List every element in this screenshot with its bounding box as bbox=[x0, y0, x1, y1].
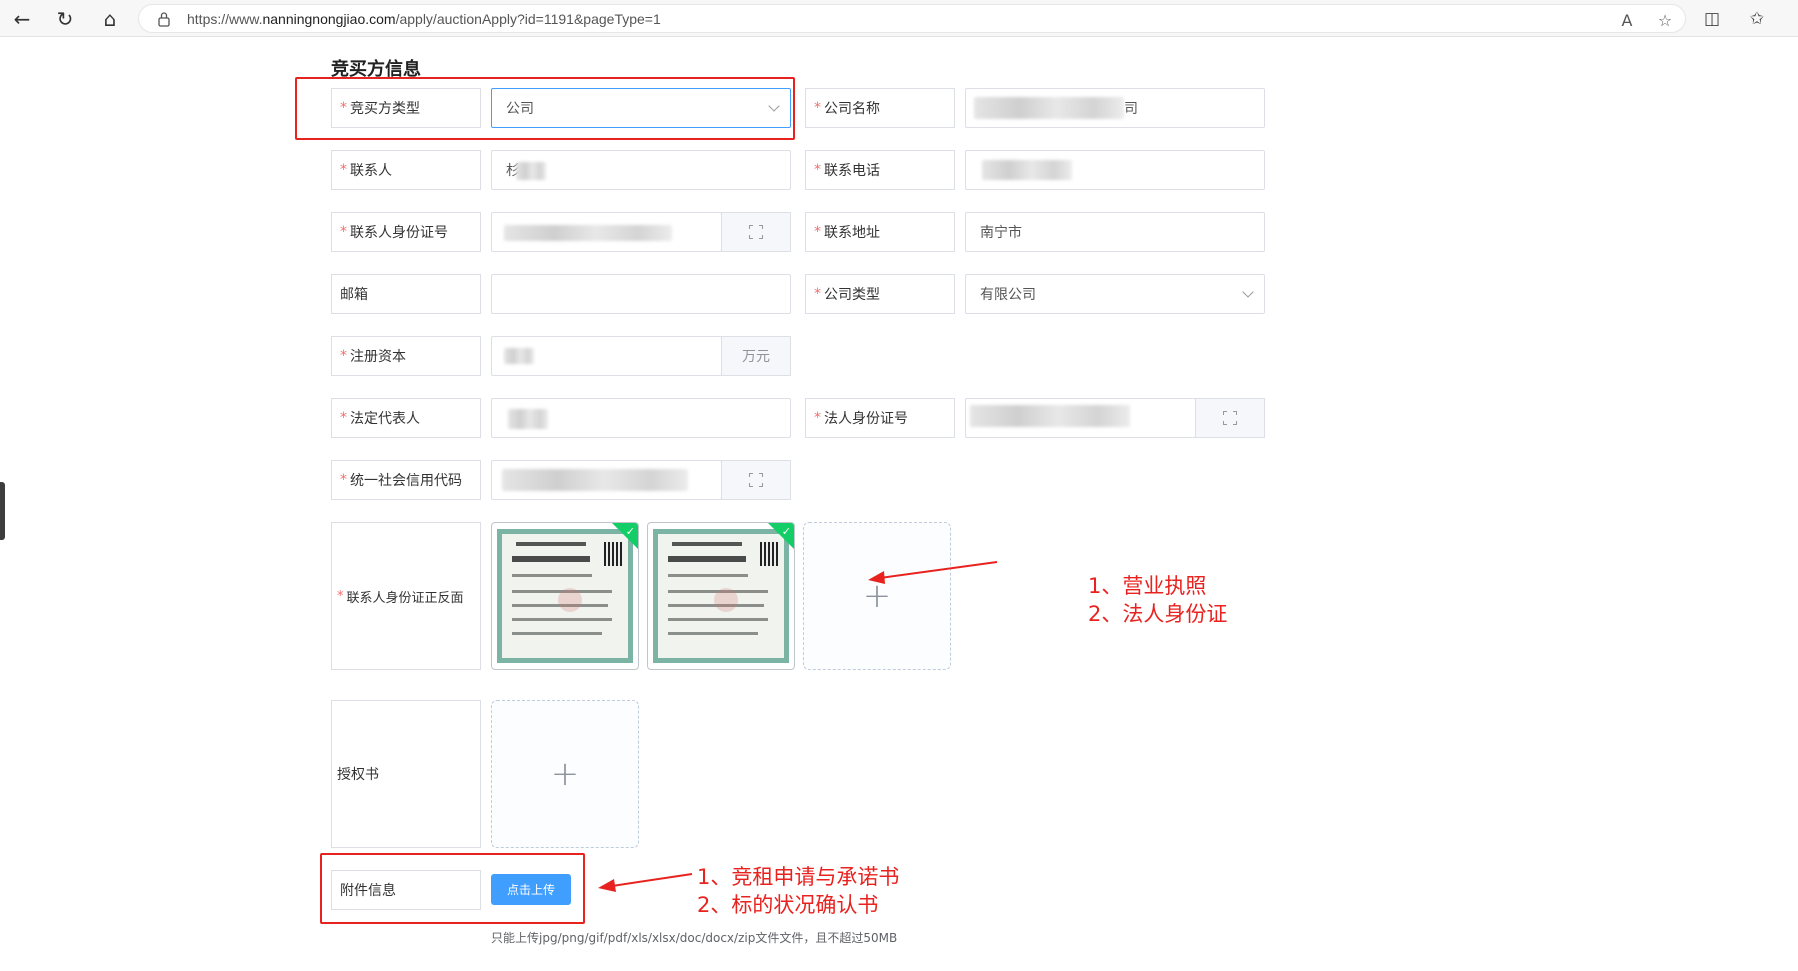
annotation-note-2: 1、竞租申请与承诺书 2、标的状况确认书 bbox=[697, 865, 900, 917]
annotation-arrows bbox=[598, 561, 998, 892]
annotation-note-1: 1、营业执照 2、法人身份证 bbox=[1088, 574, 1228, 626]
